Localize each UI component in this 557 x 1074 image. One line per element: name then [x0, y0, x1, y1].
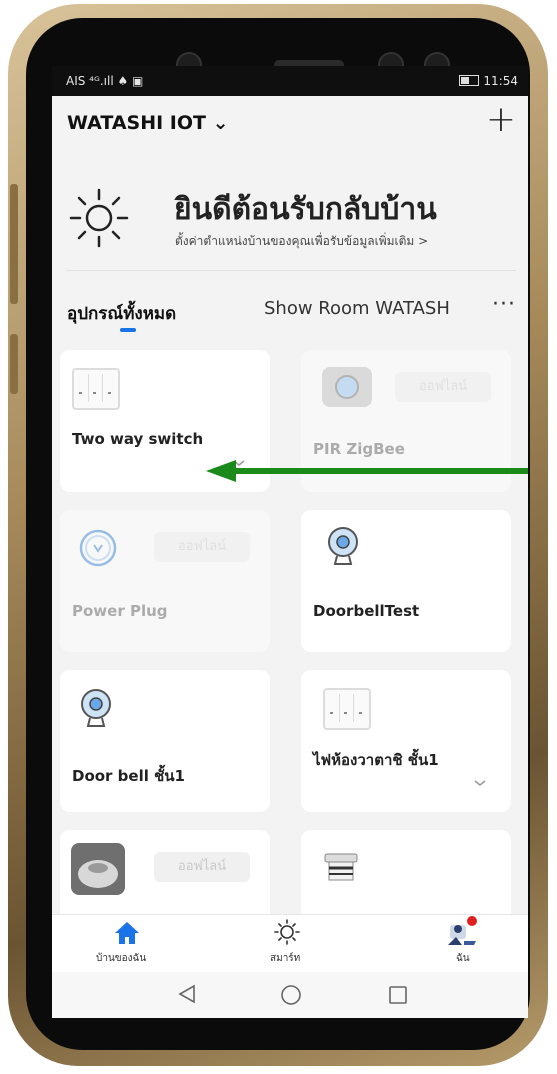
switch-icon [72, 368, 120, 410]
more-icon[interactable]: ··· [492, 292, 516, 317]
device-card[interactable]: Door bell ชั้น1 [60, 670, 270, 812]
speaker-icon [71, 843, 125, 895]
battery-icon [459, 75, 480, 86]
device-card[interactable]: DoorbellTest [301, 510, 511, 652]
nav-home[interactable]: บ้านของฉัน [88, 919, 168, 971]
pir-camera-icon [322, 367, 372, 407]
device-card[interactable]: ออฟไลน์ Power Plug [60, 510, 270, 652]
bottom-nav: บ้านของฉัน สมาร์ท ฉัน [52, 914, 528, 973]
offline-badge: ออฟไลน์ [154, 532, 250, 562]
doorbell-camera-icon [328, 527, 358, 565]
device-card[interactable]: ไฟห้องวาตาชิ ชั้น1 [301, 670, 511, 812]
annotation-arrow-icon [206, 460, 528, 482]
phone-side-button [10, 334, 18, 394]
app-screen: AIS ⁴ᴳ.ıll ♠ ▣ 11:54 WATASHI IOT ⌄ + ยิน… [52, 66, 528, 1018]
device-name: ไฟห้องวาตาชิ ชั้น1 [313, 751, 439, 769]
divider [66, 270, 516, 271]
tab-active-indicator [120, 328, 136, 332]
welcome-subtitle-link[interactable]: ตั้งค่าตำแหน่งบ้านของคุณเพื่อรับข้อมูลเพ… [175, 232, 428, 251]
clock: 11:54 [483, 74, 518, 88]
status-bar: AIS ⁴ᴳ.ıll ♠ ▣ 11:54 [52, 66, 528, 96]
nav-smart-label: สมาร์ท [270, 953, 301, 964]
nav-me-label: ฉัน [456, 953, 470, 964]
device-name: Power Plug [72, 602, 168, 620]
home-selector[interactable]: WATASHI IOT ⌄ [67, 112, 229, 134]
plus-icon[interactable]: + [486, 102, 516, 138]
welcome-title: ยินดีต้อนรับกลับบ้าน [174, 192, 437, 227]
offline-badge: ออฟไลน์ [395, 372, 491, 402]
device-name: PIR ZigBee [313, 440, 405, 458]
device-name: DoorbellTest [313, 602, 420, 620]
nav-me[interactable]: ฉัน [432, 915, 492, 971]
chevron-down-icon[interactable] [473, 778, 487, 788]
offline-badge: ออฟไลน์ [154, 852, 250, 882]
status-right: 11:54 [459, 74, 518, 88]
home-button-icon[interactable] [280, 984, 302, 1006]
doorbell-camera-icon [81, 689, 111, 727]
nav-smart[interactable]: สมาร์ท [252, 919, 322, 971]
device-name: Two way switch [72, 430, 204, 448]
nav-home-label: บ้านของฉัน [96, 953, 147, 964]
power-plug-icon [79, 529, 117, 567]
tab-all-devices[interactable]: อุปกรณ์ทั้งหมด [67, 300, 176, 327]
switch-icon [323, 688, 371, 730]
sun-icon [274, 919, 300, 945]
avatar [448, 916, 477, 945]
smoke-detector-icon [324, 853, 358, 881]
tab-show-room[interactable]: Show Room WATASH [264, 298, 450, 319]
system-nav-bar [52, 972, 528, 1018]
phone-side-button [10, 184, 18, 304]
back-icon[interactable] [178, 984, 196, 1004]
sun-icon [69, 188, 129, 248]
device-name: Door bell ชั้น1 [72, 767, 185, 785]
home-icon [115, 922, 139, 944]
recent-apps-icon[interactable] [388, 985, 408, 1005]
carrier-signal: AIS ⁴ᴳ.ıll ♠ ▣ [66, 74, 144, 88]
